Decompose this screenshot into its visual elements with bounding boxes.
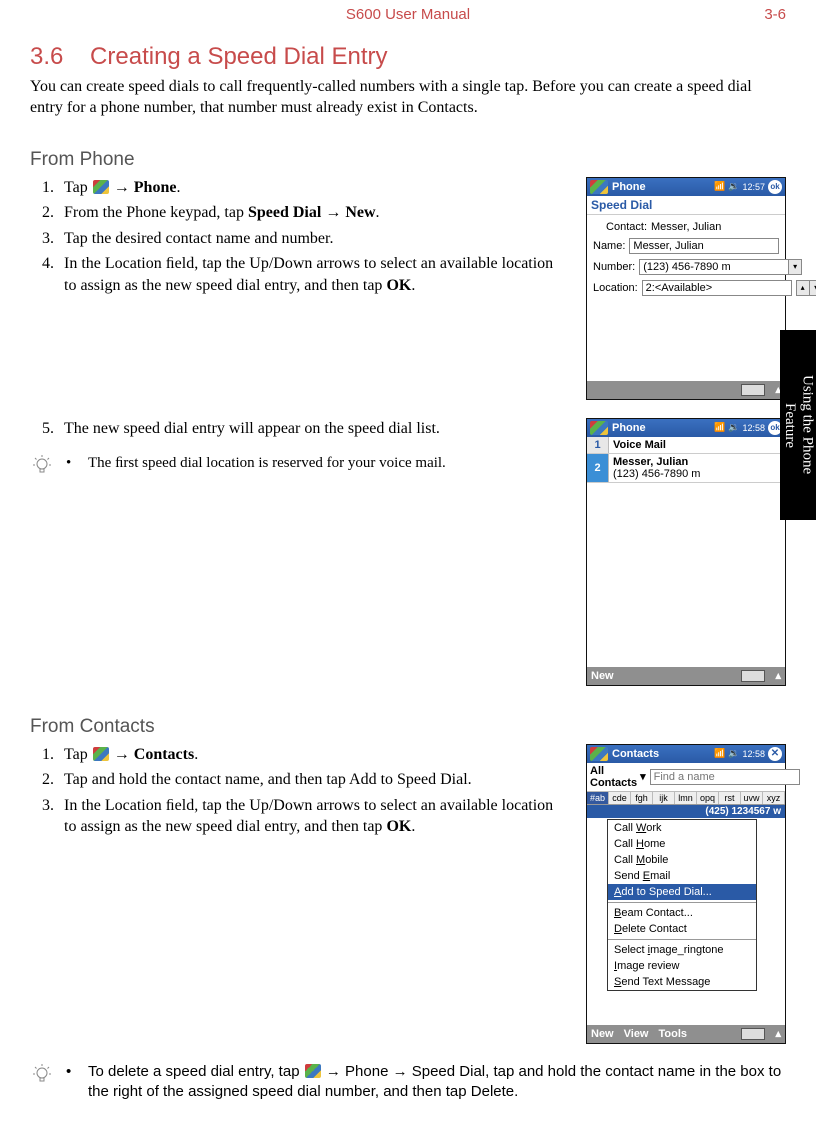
- menu-item[interactable]: Image review: [608, 958, 756, 974]
- app-title: Contacts: [612, 748, 659, 760]
- alpha-cell[interactable]: #ab: [587, 792, 609, 804]
- menu-item[interactable]: Add to Speed Dial...: [608, 884, 756, 900]
- sip-icon[interactable]: [741, 1028, 765, 1040]
- softkey[interactable]: View: [624, 1028, 649, 1040]
- softkey[interactable]: New: [591, 1028, 614, 1040]
- alpha-cell[interactable]: xyz: [763, 792, 785, 804]
- menu-arrow-icon[interactable]: ▴: [775, 1027, 781, 1040]
- signal-icon: 📶: [714, 422, 725, 433]
- step: Tap → Phone.: [58, 177, 568, 199]
- menu-item[interactable]: Call Home: [608, 836, 756, 852]
- clock: 12:57: [742, 182, 765, 192]
- from-contacts-note: To delete a speed dial entry, tap → Phon…: [88, 1062, 786, 1103]
- tip-icon: [30, 1062, 54, 1086]
- location-label: Location:: [593, 282, 638, 294]
- number-field[interactable]: [639, 259, 788, 275]
- step: Tap and hold the contact name, and then …: [58, 769, 568, 791]
- context-menu[interactable]: Call WorkCall HomeCall MobileSend EmailA…: [607, 819, 757, 991]
- screenshot-speed-dial-form: Phone 📶 🔉 12:57 ok Speed Dial Contact: Me…: [586, 177, 786, 400]
- from-phone-step5: The new speed dial entry will appear on …: [30, 418, 568, 440]
- chapter-tab: Using the PhoneFeature: [780, 330, 816, 520]
- start-icon: [305, 1064, 321, 1078]
- screenshot-contacts-context-menu: Contacts 📶 🔉 12:58 ✕ All Contacts▾ #abcd…: [586, 744, 786, 1044]
- app-title: Phone: [612, 422, 646, 434]
- bullet: •: [66, 453, 76, 473]
- alpha-cell[interactable]: fgh: [631, 792, 653, 804]
- from-phone-heading: From Phone: [30, 149, 786, 171]
- softkey-new[interactable]: New: [591, 670, 614, 682]
- from-contacts-heading: From Contacts: [30, 716, 786, 738]
- sound-icon: 🔉: [728, 181, 739, 192]
- sip-icon[interactable]: [741, 670, 765, 682]
- menu-item[interactable]: Call Work: [608, 820, 756, 836]
- alpha-cell[interactable]: cde: [609, 792, 631, 804]
- doc-title: S600 User Manual: [346, 6, 470, 23]
- bullet: •: [66, 1062, 76, 1082]
- number-dropdown[interactable]: ▾: [788, 259, 802, 275]
- start-icon: [93, 180, 109, 194]
- close-button[interactable]: ✕: [768, 747, 782, 761]
- location-up[interactable]: ▴: [796, 280, 810, 296]
- step: Tap → Contacts.: [58, 744, 568, 766]
- alpha-cell[interactable]: lmn: [675, 792, 697, 804]
- number-label: Number:: [593, 261, 635, 273]
- alpha-cell[interactable]: uvw: [741, 792, 763, 804]
- step: Tap the desired contact name and number.: [58, 228, 568, 250]
- menu-item[interactable]: Call Mobile: [608, 852, 756, 868]
- selected-contact-row[interactable]: (425) 1234567 w: [587, 805, 785, 818]
- screenshot-speed-dial-list: Phone 📶 🔉 12:58 ok 1Voice Mail2Messer, J…: [586, 418, 786, 686]
- tip-icon: [30, 453, 54, 477]
- signal-icon: 📶: [714, 748, 725, 759]
- name-label: Name:: [593, 240, 625, 252]
- sound-icon: 🔉: [728, 422, 739, 433]
- alpha-cell[interactable]: rst: [719, 792, 741, 804]
- signal-icon: 📶: [714, 181, 725, 192]
- start-icon: [590, 747, 608, 761]
- alpha-index[interactable]: #abcdefghijklmnopqrstuvwxyz: [587, 792, 785, 805]
- sound-icon: 🔉: [728, 748, 739, 759]
- menu-item[interactable]: Beam Contact...: [608, 905, 756, 921]
- section-intro: You can create speed dials to call frequ…: [30, 77, 786, 119]
- menu-item[interactable]: Send Email: [608, 868, 756, 884]
- location-down[interactable]: ▾: [810, 280, 816, 296]
- name-field[interactable]: [629, 238, 779, 254]
- from-phone-steps: Tap → Phone. From the Phone keypad, tap S…: [30, 177, 568, 297]
- start-icon: [590, 421, 608, 435]
- contact-value: Messer, Julian: [651, 221, 779, 233]
- page-number: 3-6: [764, 6, 786, 23]
- alpha-cell[interactable]: ijk: [653, 792, 675, 804]
- ok-button[interactable]: ok: [768, 180, 782, 194]
- menu-item[interactable]: Select image_ringtone: [608, 942, 756, 958]
- sip-icon[interactable]: [741, 384, 765, 396]
- alpha-cell[interactable]: opq: [697, 792, 719, 804]
- contact-label: Contact:: [593, 221, 647, 233]
- step: From the Phone keypad, tap Speed Dial → …: [58, 202, 568, 224]
- step: In the Location ﬁeld, tap the Up/Down ar…: [58, 795, 568, 838]
- screen-subtitle: Speed Dial: [587, 196, 785, 215]
- contacts-filter[interactable]: All Contacts▾: [590, 765, 646, 789]
- app-title: Phone: [612, 181, 646, 193]
- start-icon: [93, 747, 109, 761]
- clock: 12:58: [742, 423, 765, 433]
- speed-dial-item[interactable]: 1Voice Mail: [587, 437, 785, 454]
- softkey[interactable]: Tools: [659, 1028, 688, 1040]
- location-field[interactable]: [642, 280, 792, 296]
- menu-item[interactable]: Delete Contact: [608, 921, 756, 937]
- clock: 12:58: [742, 749, 765, 759]
- start-icon: [590, 180, 608, 194]
- speed-dial-item[interactable]: 2Messer, Julian(123) 456-7890 m: [587, 454, 785, 483]
- menu-arrow-icon[interactable]: ▴: [775, 669, 781, 682]
- section-heading: 3.6 Creating a Speed Dial Entry: [30, 43, 786, 71]
- from-phone-note: The ﬁrst speed dial location is reserved…: [88, 453, 568, 473]
- step: In the Location ﬁeld, tap the Up/Down ar…: [58, 253, 568, 296]
- find-input[interactable]: [650, 769, 800, 785]
- menu-item[interactable]: Send Text Message: [608, 974, 756, 990]
- from-contacts-steps: Tap → Contacts. Tap and hold the contact …: [30, 744, 568, 838]
